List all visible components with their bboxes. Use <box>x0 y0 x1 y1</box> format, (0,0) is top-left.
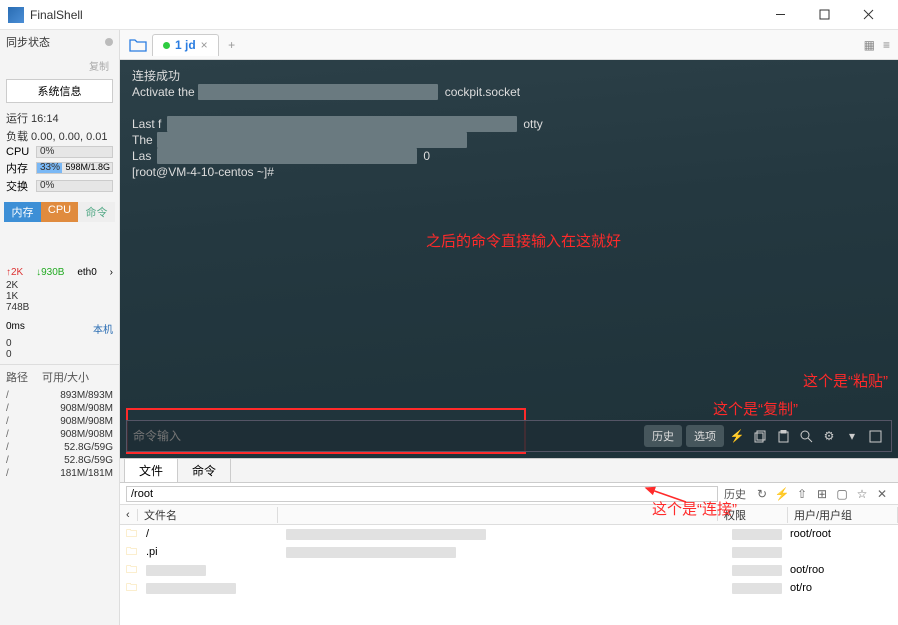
list-item[interactable]: 🗀 ot/ro <box>120 579 898 597</box>
swap-bar: 0% <box>36 180 113 192</box>
cpu-label: CPU <box>6 146 32 158</box>
close-button[interactable] <box>846 1 890 29</box>
tab-commands[interactable]: 命令 <box>177 458 231 482</box>
sysinfo-button[interactable]: 系统信息 <box>6 79 113 103</box>
newfolder-icon[interactable]: ⊞ <box>812 487 832 501</box>
tab-close-icon[interactable]: × <box>201 38 208 52</box>
refresh-icon[interactable]: ↻ <box>752 487 772 501</box>
disk-row: /52.8G/59G <box>0 454 119 467</box>
new-tab-button[interactable]: + <box>221 34 243 56</box>
swap-label: 交换 <box>6 178 32 194</box>
disk-row: /908M/908M <box>0 415 119 428</box>
disk-row: /52.8G/59G <box>0 441 119 454</box>
file-panel: 文件 命令 历史 ↻ ⚡ ⇧ ⊞ ▢ ☆ ✕ ‹ 文件名 权限 用户/用户组 <box>120 458 898 625</box>
folder-icon[interactable] <box>124 34 152 56</box>
disk-row: /181M/181M <box>0 467 119 480</box>
paste-icon[interactable] <box>773 426 793 446</box>
col-name[interactable]: 文件名 <box>138 507 278 523</box>
copy-small-label[interactable]: 复制 <box>89 58 113 73</box>
delete-icon[interactable]: ✕ <box>872 487 892 501</box>
list-item[interactable]: 🗀 .pi <box>120 543 898 561</box>
sync-dot-icon <box>105 38 113 46</box>
net-iface: eth0 <box>77 267 96 278</box>
tab-bar: 1 jd × + ▦ ≡ <box>120 30 898 60</box>
window-title: FinalShell <box>30 8 758 22</box>
titlebar: FinalShell <box>0 0 898 30</box>
annotation-input-hint: 之后的命令直接输入在这就好 <box>426 230 621 251</box>
sync-label: 同步状态 <box>6 34 50 50</box>
mem-bar: 33%598M/1.8G <box>36 162 113 174</box>
folder-small-icon: 🗀 <box>126 543 142 562</box>
status-dot-icon <box>163 42 170 49</box>
tab-files[interactable]: 文件 <box>124 458 178 482</box>
app-icon <box>8 7 24 23</box>
list-item[interactable]: 🗀 oot/roo <box>120 561 898 579</box>
chevron-left-icon[interactable]: ‹ <box>120 509 138 521</box>
runtime-label: 运行 16:14 <box>0 109 119 127</box>
bolt-icon[interactable]: ⚡ <box>727 426 747 446</box>
folder-small-icon: 🗀 <box>126 579 142 598</box>
cpu-bar: 0% <box>36 146 113 158</box>
options-button[interactable]: 选项 <box>686 425 724 447</box>
minimize-button[interactable] <box>758 1 802 29</box>
disk-row: /893M/893M <box>0 389 119 402</box>
mini-tabs[interactable]: 内存 CPU 命令 <box>0 199 119 225</box>
sidebar: 同步状态 复制 系统信息 运行 16:14 负载 0.00, 0.00, 0.0… <box>0 30 120 625</box>
annotation-copy: 这个是“复制” <box>713 398 798 419</box>
latency-host[interactable]: 本机 <box>93 321 113 336</box>
disk-col-size: 可用/大小 <box>42 369 89 385</box>
search-icon[interactable] <box>796 426 816 446</box>
bolt2-icon[interactable]: ⚡ <box>772 487 792 501</box>
upload-icon[interactable]: ⇧ <box>792 487 812 501</box>
chevron-right-icon[interactable]: › <box>110 267 113 278</box>
tab-jd[interactable]: 1 jd × <box>152 34 219 56</box>
net-up: ↑2K <box>6 267 23 278</box>
net-down: ↓930B <box>36 267 64 278</box>
mem-label: 内存 <box>6 160 32 176</box>
command-bar: 历史 选项 ⚡ ⚙ ▾ <box>126 420 892 452</box>
star-icon[interactable]: ☆ <box>852 487 872 501</box>
terminal[interactable]: 连接成功 Activate the x cockpit.socket Last … <box>120 60 898 458</box>
gear-icon[interactable]: ⚙ <box>819 426 839 446</box>
folder-small-icon: 🗀 <box>126 525 142 544</box>
history-dropdown[interactable]: 历史 <box>718 486 752 502</box>
history-button[interactable]: 历史 <box>644 425 682 447</box>
list-item[interactable]: 🗀 / root/root <box>120 525 898 543</box>
disk-col-path: 路径 <box>6 369 42 385</box>
terminal-icon[interactable]: ▢ <box>832 487 852 501</box>
load-label: 负载 0.00, 0.00, 0.01 <box>0 127 119 145</box>
col-perm[interactable]: 权限 <box>718 507 788 523</box>
list-icon[interactable]: ≡ <box>883 38 890 52</box>
col-owner[interactable]: 用户/用户组 <box>788 507 898 523</box>
chevron-down-icon[interactable]: ▾ <box>842 426 862 446</box>
folder-small-icon: 🗀 <box>126 561 142 580</box>
disk-row: /908M/908M <box>0 402 119 415</box>
grid-large-icon[interactable]: ▦ <box>864 38 875 52</box>
copy-icon[interactable] <box>750 426 770 446</box>
disk-row: /908M/908M <box>0 428 119 441</box>
maximize-button[interactable] <box>802 1 846 29</box>
latency-ms: 0ms <box>6 321 25 336</box>
path-input[interactable] <box>126 486 718 502</box>
annotation-paste: 这个是“粘贴” <box>803 370 888 391</box>
command-input[interactable] <box>133 429 640 443</box>
fullscreen-icon[interactable] <box>865 426 885 446</box>
